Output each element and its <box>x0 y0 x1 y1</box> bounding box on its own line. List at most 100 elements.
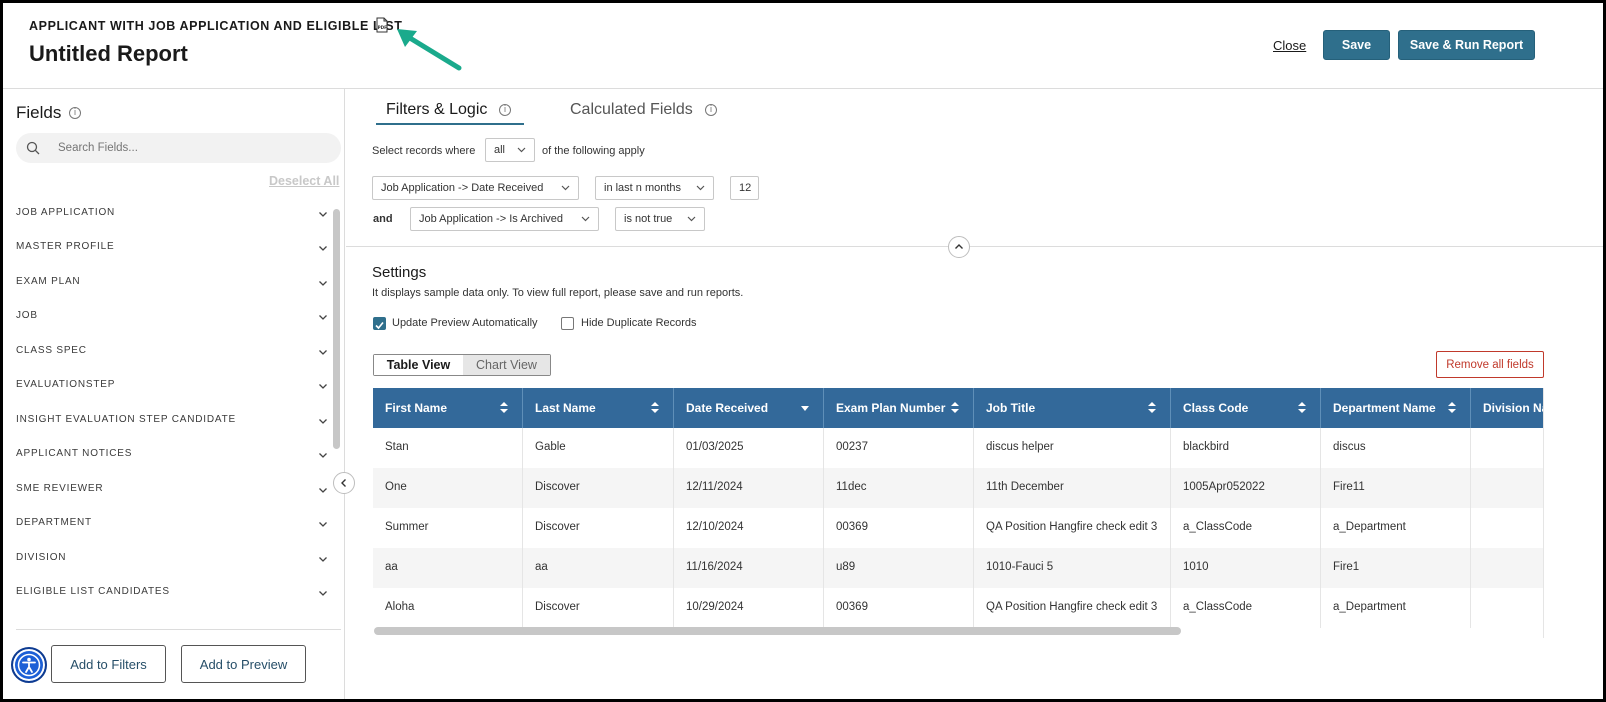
field-group-label: EVALUATIONSTEP <box>16 379 116 390</box>
field-group-item[interactable]: JOB APPLICATION <box>16 207 328 237</box>
collapse-panel-button[interactable] <box>333 472 355 494</box>
save-button[interactable]: Save <box>1323 30 1390 60</box>
field-group-item[interactable]: ELIGIBLE LIST CANDIDATES <box>16 586 328 616</box>
condition-operator-select[interactable]: is not true <box>615 207 705 231</box>
chevron-down-icon <box>319 488 327 493</box>
tab-calculated-fields[interactable]: Calculated Fields <box>570 101 693 119</box>
field-group-item[interactable]: DIVISION <box>16 552 328 582</box>
chevron-down-icon <box>687 216 696 222</box>
logic-mode-select[interactable]: all <box>485 138 535 162</box>
condition-operator-select[interactable]: in last n months <box>595 176 714 200</box>
accessibility-button[interactable] <box>11 647 47 683</box>
table-cell: QA Position Hangfire check edit 3 <box>974 508 1171 548</box>
table-cell: 10/29/2024 <box>674 588 824 628</box>
sort-icon[interactable] <box>651 401 659 414</box>
hide-duplicates-checkbox[interactable] <box>561 317 574 330</box>
column-header-label: Job Title <box>986 401 1036 415</box>
table-cell: blackbird <box>1171 428 1321 468</box>
sort-descending-icon[interactable] <box>801 401 809 414</box>
fields-panel: Fields i Deselect All JOB APPLICATION MAS… <box>3 89 355 699</box>
sort-icon[interactable] <box>1148 401 1156 414</box>
column-header[interactable]: Division Na <box>1471 388 1544 428</box>
column-header[interactable]: Job Title <box>974 388 1171 428</box>
table-cell: 00369 <box>824 508 974 548</box>
sort-icon[interactable] <box>951 401 959 414</box>
remove-all-fields-button[interactable]: Remove all fields <box>1436 351 1544 378</box>
field-group-item[interactable]: JOB <box>16 310 328 340</box>
column-header-label: Division Na <box>1483 401 1544 415</box>
checkmark-icon <box>375 321 384 330</box>
table-cell: a_ClassCode <box>1171 508 1321 548</box>
column-header-label: Date Received <box>686 401 769 415</box>
chevron-down-icon <box>319 419 327 424</box>
table-cell: Discover <box>523 588 674 628</box>
field-group-item[interactable]: APPLICANT NOTICES <box>16 448 328 478</box>
column-header-label: First Name <box>385 401 448 415</box>
column-header[interactable]: First Name <box>373 388 523 428</box>
add-to-filters-button[interactable]: Add to Filters <box>51 645 166 683</box>
condition-field-select[interactable]: Job Application -> Date Received <box>372 176 579 200</box>
column-header[interactable]: Date Received <box>674 388 824 428</box>
fields-scrollbar[interactable] <box>333 209 340 449</box>
info-icon[interactable]: i <box>705 104 717 116</box>
column-header-label: Class Code <box>1183 401 1249 415</box>
chevron-down-icon <box>319 522 327 527</box>
field-group-item[interactable]: SME REVIEWER <box>16 483 328 513</box>
condition-operator-value: is not true <box>624 213 673 225</box>
info-icon[interactable]: i <box>69 107 81 119</box>
column-header[interactable]: Class Code <box>1171 388 1321 428</box>
app-frame: APPLICANT WITH JOB APPLICATION AND ELIGI… <box>0 0 1606 702</box>
field-group-item[interactable]: INSIGHT EVALUATION STEP CANDIDATE <box>16 414 328 444</box>
close-link[interactable]: Close <box>1273 38 1306 53</box>
field-group-item[interactable]: EXAM PLAN <box>16 276 328 306</box>
field-group-label: SME REVIEWER <box>16 483 104 494</box>
table-cell: QA Position Hangfire check edit 3 <box>974 588 1171 628</box>
info-icon[interactable]: i <box>499 104 511 116</box>
table-cell: Fire11 <box>1321 468 1471 508</box>
table-header-row: First Name Last Name Date Received Exam Pla… <box>373 388 1544 428</box>
table-cell: 12/11/2024 <box>674 468 824 508</box>
divider <box>16 629 341 630</box>
add-to-preview-button[interactable]: Add to Preview <box>181 645 306 683</box>
table-cell <box>1471 588 1543 628</box>
search-box <box>16 133 341 163</box>
update-preview-checkbox[interactable] <box>373 317 386 330</box>
table-cell: 1005Apr052022 <box>1171 468 1321 508</box>
column-header-label: Exam Plan Number <box>836 401 946 415</box>
table-row: aa aa 11/16/2024 u89 1010-Fauci 5 1010 Fire1 <box>373 548 1543 588</box>
table-view-toggle[interactable]: Table View <box>374 355 463 375</box>
table-cell: Summer <box>373 508 523 548</box>
search-fields-input[interactable] <box>58 133 328 163</box>
table-cell: discus helper <box>974 428 1171 468</box>
condition-field-value: Job Application -> Is Archived <box>419 213 563 225</box>
settings-description: It displays sample data only. To view fu… <box>372 287 744 299</box>
table-cell: a_Department <box>1321 508 1471 548</box>
table-horizontal-scrollbar[interactable] <box>374 627 1181 635</box>
save-run-report-button[interactable]: Save & Run Report <box>1398 30 1535 60</box>
field-group-item[interactable]: DEPARTMENT <box>16 517 328 547</box>
table-cell: 11th December <box>974 468 1171 508</box>
field-group-label: JOB <box>16 310 38 321</box>
sort-icon[interactable] <box>1298 401 1306 414</box>
condition-field-select[interactable]: Job Application -> Is Archived <box>410 207 599 231</box>
tab-filters-logic[interactable]: Filters & Logic <box>386 101 487 119</box>
deselect-all-link[interactable]: Deselect All <box>269 174 339 188</box>
table-row: Summer Discover 12/10/2024 00369 QA Position… <box>373 508 1543 548</box>
field-group-item[interactable]: CLASS SPEC <box>16 345 328 375</box>
chart-view-toggle[interactable]: Chart View <box>463 355 550 375</box>
collapse-filters-button[interactable] <box>948 236 970 258</box>
table-cell <box>1471 468 1543 508</box>
sort-icon[interactable] <box>500 401 508 414</box>
column-header[interactable]: Department Name <box>1321 388 1471 428</box>
logic-suffix: of the following apply <box>542 145 645 157</box>
sort-icon[interactable] <box>1448 401 1456 414</box>
hide-duplicates-label: Hide Duplicate Records <box>581 317 697 329</box>
pdf-icon[interactable]: PDF <box>375 17 389 33</box>
condition-value-input[interactable]: 12 <box>730 176 759 200</box>
chevron-down-icon <box>319 281 327 286</box>
column-header[interactable]: Exam Plan Number <box>824 388 974 428</box>
table-cell: 00237 <box>824 428 974 468</box>
column-header[interactable]: Last Name <box>523 388 674 428</box>
field-group-item[interactable]: MASTER PROFILE <box>16 241 328 271</box>
field-group-item[interactable]: EVALUATIONSTEP <box>16 379 328 409</box>
